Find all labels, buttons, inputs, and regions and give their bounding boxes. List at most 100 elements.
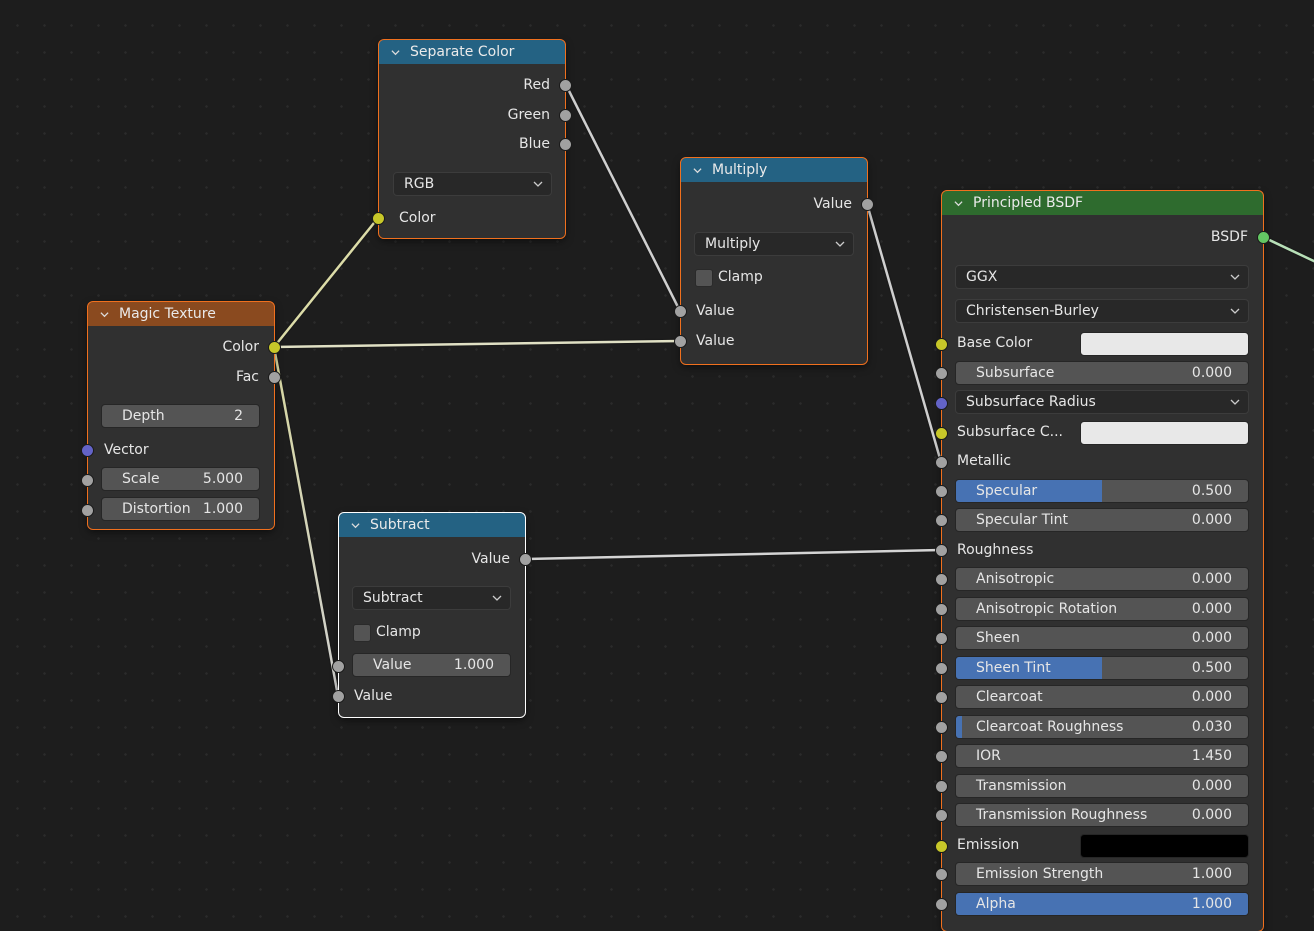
socket-transmission-roughness-icon[interactable] [935, 809, 948, 822]
socket-emission-icon[interactable] [935, 840, 948, 853]
node-title: Magic Texture [119, 306, 216, 322]
socket-anisotropic-rotation-icon[interactable] [935, 603, 948, 616]
socket-alpha-icon[interactable] [935, 898, 948, 911]
socket-distortion-icon[interactable] [81, 504, 94, 517]
alpha-field[interactable]: Alpha 1.000 [955, 892, 1249, 916]
link-bsdf-out-shadow [1261, 234, 1314, 264]
collapse-chevron-icon[interactable] [693, 166, 702, 175]
scale-field[interactable]: Scale 5.000 [101, 467, 260, 491]
socket-value-a-icon[interactable] [332, 660, 345, 673]
socket-value-out-icon[interactable] [861, 198, 874, 211]
input-vector: Vector [88, 437, 274, 463]
emission-swatch[interactable] [1080, 834, 1249, 858]
socket-red-icon[interactable] [559, 79, 572, 92]
socket-base-color-icon[interactable] [935, 338, 948, 351]
specular-tint-field[interactable]: Specular Tint 0.000 [955, 508, 1249, 532]
socket-value-a-icon[interactable] [674, 305, 687, 318]
link-bsdf-to-output[interactable] [1262, 235, 1314, 264]
socket-label: Value [696, 333, 735, 349]
socket-value-b-icon[interactable] [332, 690, 345, 703]
transmission-roughness-field[interactable]: Transmission Roughness 0.000 [955, 803, 1249, 827]
field-value: 0.030 [1191, 719, 1232, 735]
socket-specular-tint-icon[interactable] [935, 514, 948, 527]
operation-dropdown[interactable]: Subtract [352, 586, 511, 610]
node-magic-texture[interactable]: Magic Texture Color Fac Depth 2 Vector S… [81, 301, 281, 530]
socket-subsurface-icon[interactable] [935, 367, 948, 380]
node-separate-color[interactable]: Separate Color Red Green Blue RGB Color [372, 39, 572, 239]
sheen-field[interactable]: Sheen 0.000 [955, 626, 1249, 650]
output-green: Green [379, 102, 565, 128]
socket-clearcoat-icon[interactable] [935, 691, 948, 704]
collapse-chevron-icon[interactable] [954, 199, 963, 208]
link-color-to-separate[interactable] [272, 216, 380, 349]
link-color-to-subtract[interactable] [272, 346, 340, 697]
socket-scale-icon[interactable] [81, 474, 94, 487]
clearcoat-roughness-field[interactable]: Clearcoat Roughness 0.030 [955, 715, 1249, 739]
socket-green-icon[interactable] [559, 109, 572, 122]
clamp-checkbox[interactable] [353, 624, 371, 642]
socket-subsurface-radius-icon[interactable] [935, 397, 948, 410]
socket-blue-icon[interactable] [559, 138, 572, 151]
socket-ior-icon[interactable] [935, 750, 948, 763]
mode-dropdown[interactable]: RGB [393, 172, 552, 196]
socket-subsurface-color-icon[interactable] [935, 427, 948, 440]
node-principled-bsdf[interactable]: Principled BSDF BSDF GGX Christensen-Bur… [935, 190, 1270, 931]
socket-color-icon[interactable] [372, 212, 385, 225]
socket-vector-icon[interactable] [81, 444, 94, 457]
socket-specular-icon[interactable] [935, 485, 948, 498]
operation-dropdown[interactable]: Multiply [694, 232, 854, 256]
socket-label: Vector [104, 442, 149, 458]
node-header[interactable]: Principled BSDF [942, 191, 1263, 215]
subsurface-method-dropdown[interactable]: Christensen-Burley [955, 299, 1249, 323]
socket-sheen-icon[interactable] [935, 632, 948, 645]
node-header[interactable]: Separate Color [379, 40, 565, 64]
socket-clearcoat-roughness-icon[interactable] [935, 721, 948, 734]
socket-bsdf-out-icon[interactable] [1257, 231, 1270, 244]
anisotropic-rotation-field[interactable]: Anisotropic Rotation 0.000 [955, 597, 1249, 621]
socket-roughness-icon[interactable] [935, 544, 948, 557]
value-field[interactable]: Value 1.000 [352, 653, 511, 677]
collapse-chevron-icon[interactable] [391, 48, 400, 57]
field-label: Specular Tint [976, 512, 1069, 528]
subsurface-field[interactable]: Subsurface 0.000 [955, 361, 1249, 385]
link-multiply-to-metallic[interactable] [865, 203, 943, 463]
socket-sheen-tint-icon[interactable] [935, 662, 948, 675]
socket-metallic-icon[interactable] [935, 456, 948, 469]
socket-emission-strength-icon[interactable] [935, 868, 948, 881]
distortion-field[interactable]: Distortion 1.000 [101, 497, 260, 521]
node-subtract[interactable]: Subtract Value Subtract Clamp Value 1.00… [332, 512, 532, 718]
node-header[interactable]: Multiply [681, 158, 867, 182]
socket-fac-icon[interactable] [268, 371, 281, 384]
sheen-tint-field[interactable]: Sheen Tint 0.500 [955, 656, 1249, 680]
collapse-chevron-icon[interactable] [351, 521, 360, 530]
clamp-label: Clamp [718, 269, 763, 285]
node-multiply[interactable]: Multiply Value Multiply Clamp Value Valu… [674, 157, 874, 365]
link-color-to-multiply[interactable] [273, 339, 681, 349]
field-label: Anisotropic [976, 571, 1055, 587]
socket-transmission-icon[interactable] [935, 780, 948, 793]
socket-value-b-icon[interactable] [674, 335, 687, 348]
field-value: 0.000 [1191, 601, 1232, 617]
collapse-chevron-icon[interactable] [100, 310, 109, 319]
distribution-dropdown[interactable]: GGX [955, 265, 1249, 289]
socket-value-out-icon[interactable] [519, 553, 532, 566]
base-color-swatch[interactable] [1080, 332, 1249, 356]
anisotropic-field[interactable]: Anisotropic 0.000 [955, 567, 1249, 591]
clearcoat-field[interactable]: Clearcoat 0.000 [955, 685, 1249, 709]
link-subtract-to-roughness[interactable] [525, 548, 942, 561]
node-header[interactable]: Subtract [339, 513, 525, 537]
socket-anisotropic-icon[interactable] [935, 573, 948, 586]
link-red-to-multiply[interactable] [564, 84, 682, 312]
node-header[interactable]: Magic Texture [88, 302, 274, 326]
subsurface-radius-dropdown[interactable]: Subsurface Radius [955, 390, 1249, 414]
socket-color-icon[interactable] [268, 341, 281, 354]
input-color: Color [379, 205, 565, 231]
emission-strength-field[interactable]: Emission Strength 1.000 [955, 862, 1249, 886]
clamp-checkbox[interactable] [695, 269, 713, 287]
depth-field[interactable]: Depth 2 [101, 404, 260, 428]
specular-field[interactable]: Specular 0.500 [955, 479, 1249, 503]
subsurface-color-swatch[interactable] [1080, 421, 1249, 445]
ior-field[interactable]: IOR 1.450 [955, 744, 1249, 768]
link-color-to-subtract-shadow [271, 346, 341, 697]
transmission-field[interactable]: Transmission 0.000 [955, 774, 1249, 798]
